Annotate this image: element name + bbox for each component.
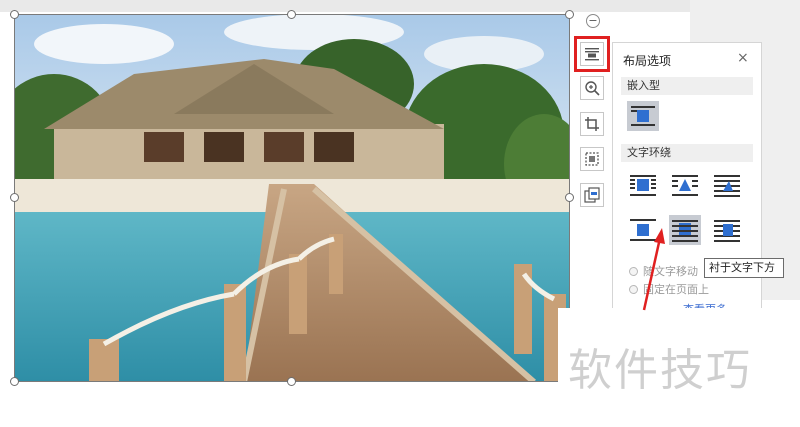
- tight-wrap-icon: [672, 175, 698, 196]
- watermark-text: 软件技巧: [568, 345, 752, 396]
- in-front-of-text-wrap-icon: [714, 220, 740, 242]
- behind-text-tooltip: 衬于文字下方: [704, 258, 784, 278]
- through-wrap-icon: [714, 175, 740, 197]
- red-pointer-arrow: [642, 228, 665, 311]
- window-top-strip: [0, 0, 800, 12]
- behind-text-wrap-option[interactable]: [669, 215, 701, 245]
- picture-effects-button[interactable]: [580, 147, 604, 171]
- resort-photo-illustration: [14, 14, 570, 382]
- section-wrap-header: 文字环绕: [621, 144, 753, 162]
- zoom-button[interactable]: [580, 76, 604, 100]
- highlight-box: [574, 36, 610, 72]
- resize-handle-bottom-center[interactable]: [287, 377, 296, 386]
- resize-handle-middle-left[interactable]: [10, 193, 19, 202]
- square-wrap-icon: [630, 175, 656, 196]
- resize-handle-top-center[interactable]: [287, 10, 296, 19]
- resize-handle-top-left[interactable]: [10, 10, 19, 19]
- inserted-picture[interactable]: [14, 14, 570, 382]
- square-wrap-option[interactable]: [627, 171, 659, 201]
- crop-icon: [585, 117, 599, 131]
- tight-wrap-option[interactable]: [669, 171, 701, 201]
- collapse-toolbar-button[interactable]: −: [586, 14, 600, 28]
- resize-handle-top-right[interactable]: [565, 10, 574, 19]
- close-icon[interactable]: ×: [737, 50, 749, 66]
- in-front-of-text-wrap-option[interactable]: [711, 215, 743, 245]
- behind-text-wrap-icon: [672, 220, 698, 242]
- resize-handle-bottom-left[interactable]: [10, 377, 19, 386]
- crop-button[interactable]: [580, 112, 604, 136]
- inline-with-text-option[interactable]: [627, 101, 659, 131]
- through-wrap-option[interactable]: [711, 171, 743, 201]
- inline-with-text-icon: [631, 106, 655, 126]
- picture-convert-icon: [584, 187, 600, 203]
- resize-handle-middle-right[interactable]: [565, 193, 574, 202]
- section-inline-header: 嵌入型: [621, 77, 753, 95]
- zoom-in-icon: [585, 81, 600, 96]
- panel-title: 布局选项: [623, 54, 672, 68]
- picture-effects-icon: [585, 152, 599, 166]
- picture-convert-button[interactable]: [580, 183, 604, 207]
